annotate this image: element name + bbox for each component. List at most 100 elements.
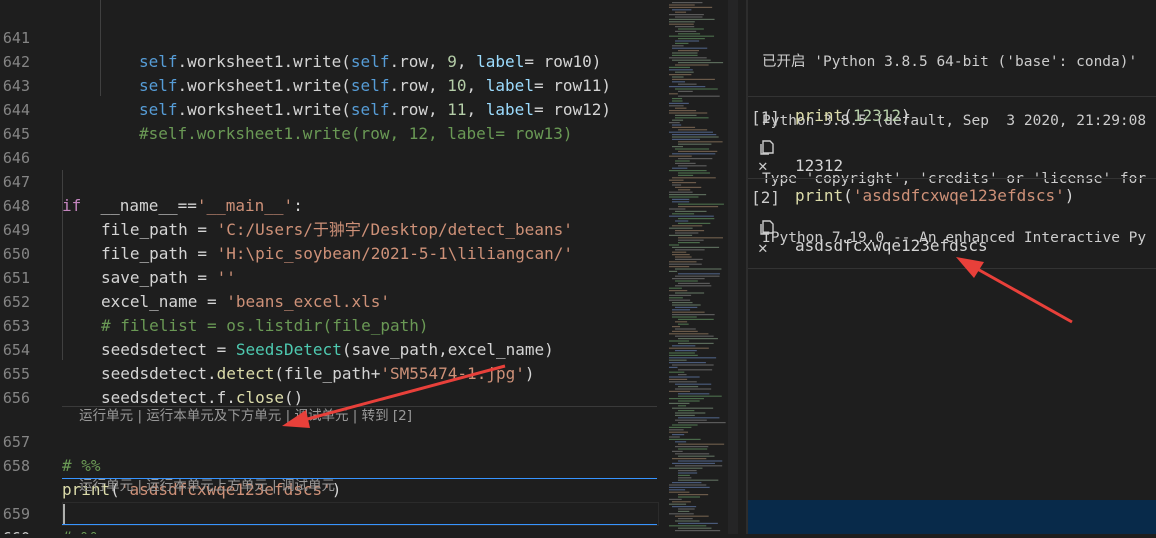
- minimap-line: [672, 9, 692, 11]
- minimap-line: [672, 225, 703, 227]
- minimap-line: [675, 117, 709, 119]
- minimap-line: [675, 350, 697, 352]
- minimap-line: [675, 230, 705, 232]
- minimap-line: [675, 453, 710, 455]
- minimap-line: [669, 4, 695, 6]
- close-icon[interactable]: ✕: [758, 156, 768, 175]
- minimap-line: [672, 59, 711, 61]
- minimap-line: [675, 292, 705, 294]
- code-line[interactable]: 653 seedsdetect = SeedsDetect(save_path,…: [0, 290, 554, 359]
- minimap-line: [669, 196, 699, 198]
- minimap-line: [675, 280, 698, 282]
- minimap-line: [669, 297, 683, 299]
- minimap-line: [669, 35, 715, 37]
- minimap-line: [678, 318, 714, 320]
- execution-count: [2]: [751, 188, 780, 207]
- minimap-line: [672, 254, 690, 256]
- minimap-line: [678, 508, 695, 510]
- minimap-line: [675, 249, 705, 251]
- code-line[interactable]: 657 # %%: [0, 406, 101, 475]
- minimap-line: [669, 294, 692, 296]
- code-line[interactable]: 642 self.worksheet1.write(self.row, 10, …: [0, 26, 611, 95]
- minimap-line: [675, 285, 712, 287]
- minimap-line: [669, 122, 680, 124]
- copy-icon[interactable]: [758, 218, 776, 240]
- code-line[interactable]: 656: [0, 362, 39, 407]
- minimap-line: [678, 510, 690, 512]
- vertical-scrollbar[interactable]: [728, 0, 738, 534]
- minimap-line: [678, 393, 710, 395]
- minimap-line: [672, 167, 688, 169]
- minimap-line: [672, 76, 684, 78]
- minimap-line: [669, 74, 692, 76]
- code-line[interactable]: 646: [0, 122, 39, 167]
- minimap-line: [672, 153, 716, 155]
- indent-guide: [100, 0, 101, 96]
- minimap-line: [672, 98, 683, 100]
- minimap-line: [672, 434, 685, 436]
- run-cell-link[interactable]: 运行单元: [79, 478, 133, 494]
- minimap-line: [678, 338, 718, 340]
- minimap-line: [678, 410, 695, 412]
- minimap-line: [675, 11, 687, 13]
- minimap-line: [672, 2, 703, 4]
- run-cell-link[interactable]: 运行单元: [79, 408, 133, 424]
- minimap-line: [678, 323, 689, 325]
- minimap-line: [678, 83, 697, 85]
- code-line[interactable]: 660: [0, 502, 39, 534]
- minimap-line: [669, 340, 690, 342]
- minimap-line: [675, 321, 688, 323]
- code-line[interactable]: 651 excel_name = 'beans_excel.xls': [0, 242, 390, 311]
- minimap-line: [669, 86, 706, 88]
- minimap-line: [672, 364, 714, 366]
- minimap-line: [669, 21, 695, 23]
- minimap-line: [675, 16, 703, 18]
- code-line[interactable]: 658 print('asdsdfcxwqe123efdscs'): [0, 430, 341, 499]
- minimap-line: [672, 182, 697, 184]
- code-line[interactable]: 652 # filelist = os.listdir(file_path): [0, 266, 429, 335]
- code-line[interactable]: 648 file_path = 'C:/Users/于翀宇/Desktop/de…: [0, 170, 573, 239]
- active-cell-separator: [62, 524, 657, 525]
- code-editor[interactable]: 641 self.worksheet1.write(self.row, 9, l…: [0, 0, 665, 534]
- close-icon[interactable]: ✕: [758, 238, 768, 257]
- debug-cell-link[interactable]: 调试单元: [281, 478, 335, 494]
- minimap-line: [675, 71, 694, 73]
- minimap-line: [669, 378, 688, 380]
- minimap-line: [678, 90, 693, 92]
- minimap-line: [675, 42, 689, 44]
- minimap-line: [669, 498, 682, 500]
- code-line[interactable]: 655 seedsdetect.f.close(): [0, 338, 303, 407]
- run-cell-and-below-link[interactable]: 运行本单元及下方单元: [146, 408, 281, 424]
- code-line[interactable]: 641 self.worksheet1.write(self.row, 9, l…: [0, 2, 601, 71]
- minimap-line: [669, 352, 695, 354]
- minimap-line: [672, 450, 683, 452]
- minimap-line: [669, 155, 692, 157]
- goto-link[interactable]: 转到 [2]: [362, 408, 412, 424]
- code-line[interactable]: 647 if __name__=='__main__':: [0, 146, 303, 215]
- interactive-input-box[interactable]: [748, 500, 1156, 534]
- minimap-line: [672, 138, 700, 140]
- minimap-line: [675, 232, 699, 234]
- run-cell-and-above-link[interactable]: 运行本单元上方单元: [146, 478, 268, 494]
- minimap-line: [672, 345, 696, 347]
- minimap-line: [672, 316, 697, 318]
- minimap-line: [678, 455, 715, 457]
- code-line[interactable]: 644 #self.worksheet1.write(row, 12, labe…: [0, 74, 573, 143]
- code-line[interactable]: 649 file_path = 'H:\pic_soybean/2021-5-1…: [0, 194, 573, 263]
- minimap-line: [672, 124, 682, 126]
- code-line[interactable]: 650 save_path = '': [0, 218, 236, 287]
- debug-cell-link[interactable]: 调试单元: [294, 408, 348, 424]
- minimap-line: [669, 398, 704, 400]
- minimap-line: [669, 362, 706, 364]
- code-line[interactable]: 643 self.worksheet1.write(self.row, 11, …: [0, 50, 611, 119]
- minimap-line: [675, 160, 690, 162]
- minimap-line: [678, 417, 720, 419]
- cell-codelens: 运行单元 | 运行本单元上方单元 | 调试单元: [79, 478, 335, 494]
- code-line[interactable]: 654 seedsdetect.detect(file_path+'SM5547…: [0, 314, 535, 383]
- code-line[interactable]: 659 # %%: [0, 478, 101, 534]
- minimap-line: [669, 270, 678, 272]
- minimap-line: [675, 114, 697, 116]
- minimap-line: [675, 306, 698, 308]
- minimap-line: [669, 263, 702, 265]
- code-line[interactable]: 645: [0, 98, 39, 143]
